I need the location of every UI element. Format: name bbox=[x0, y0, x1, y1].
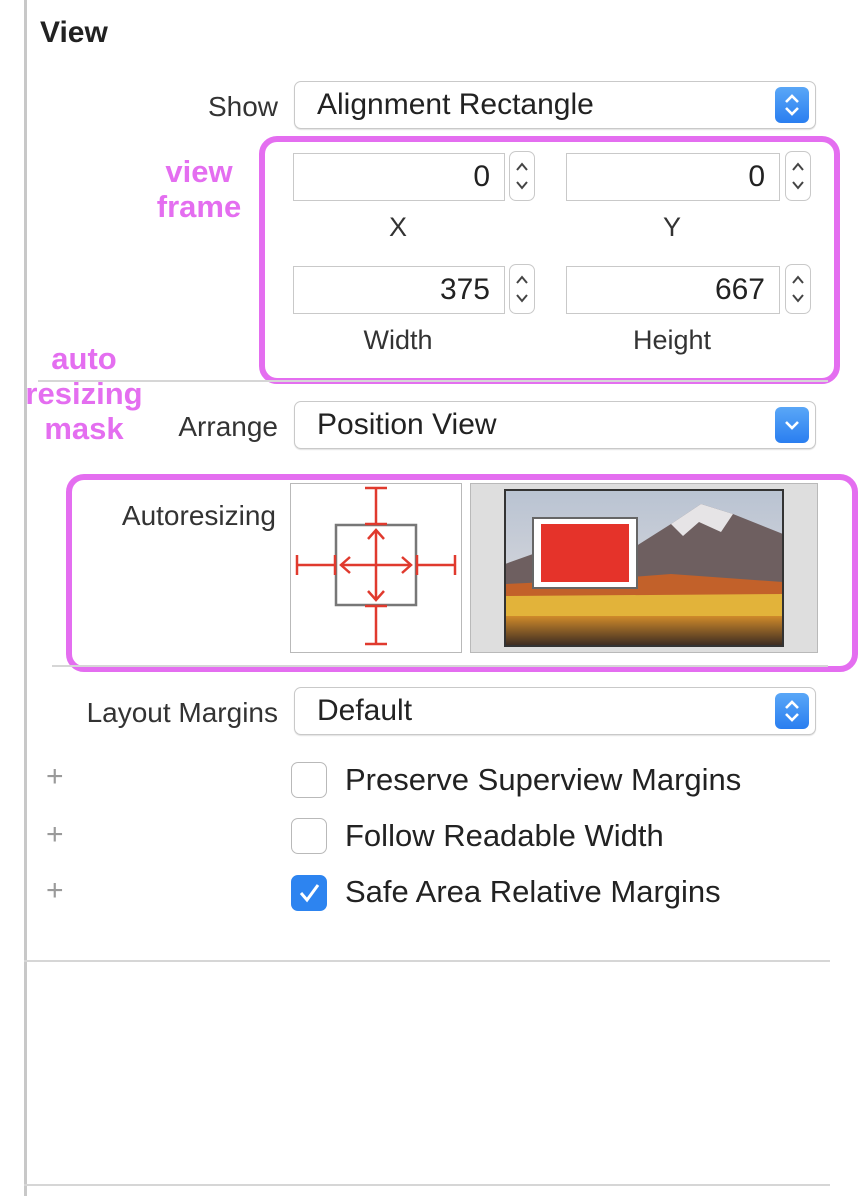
autoresizing-mask-editor[interactable] bbox=[290, 483, 462, 653]
checkmark-icon bbox=[299, 884, 320, 903]
panel-left-border bbox=[24, 0, 27, 1196]
view-inspector-panel: View Show Alignment Rectangle view frame… bbox=[0, 0, 868, 1196]
y-label: Y bbox=[662, 212, 681, 242]
arrange-popup[interactable]: Position View bbox=[294, 401, 816, 449]
height-label: Height bbox=[632, 325, 712, 355]
y-field[interactable]: 0 bbox=[566, 153, 780, 201]
landscape-preview-image bbox=[504, 489, 784, 647]
y-stepper[interactable] bbox=[785, 151, 811, 201]
divider bbox=[24, 1184, 830, 1186]
show-value: Alignment Rectangle bbox=[317, 88, 594, 121]
x-label: X bbox=[388, 212, 407, 242]
follow-readable-width-label: Follow Readable Width bbox=[345, 818, 664, 853]
stepper-icon bbox=[792, 275, 804, 303]
divider bbox=[52, 665, 828, 667]
up-down-chevron-icon bbox=[775, 693, 809, 729]
height-value: 667 bbox=[714, 273, 765, 306]
autoresizing-preview bbox=[470, 483, 818, 653]
divider bbox=[24, 960, 830, 962]
width-field[interactable]: 375 bbox=[293, 266, 505, 314]
stepper-icon bbox=[516, 162, 528, 190]
annotation-view-frame-line2: frame bbox=[156, 189, 242, 224]
annotation-autoresizing-mask: auto resizing mask bbox=[0, 341, 168, 446]
height-stepper[interactable] bbox=[785, 264, 811, 314]
x-value: 0 bbox=[473, 160, 490, 193]
plus-icon[interactable]: + bbox=[46, 818, 64, 852]
preserve-superview-margins-checkbox[interactable] bbox=[291, 762, 327, 798]
stepper-icon bbox=[792, 162, 804, 190]
autoresizing-struts-icon bbox=[295, 486, 457, 646]
plus-icon[interactable]: + bbox=[46, 874, 64, 908]
safe-area-relative-margins-label: Safe Area Relative Margins bbox=[345, 874, 721, 909]
width-label: Width bbox=[363, 325, 433, 355]
layout-margins-value: Default bbox=[317, 694, 413, 727]
annotation-mask-line1: auto bbox=[51, 341, 117, 376]
preserve-superview-margins-label: Preserve Superview Margins bbox=[345, 762, 742, 797]
arrange-label: Arrange bbox=[178, 411, 278, 442]
follow-readable-width-checkbox[interactable] bbox=[291, 818, 327, 854]
chevron-down-icon bbox=[775, 407, 809, 443]
layout-margins-label: Layout Margins bbox=[86, 697, 278, 728]
autoresizing-label: Autoresizing bbox=[121, 500, 276, 531]
x-field[interactable]: 0 bbox=[293, 153, 505, 201]
plus-icon[interactable]: + bbox=[46, 760, 64, 794]
annotation-mask-line3: mask bbox=[44, 411, 124, 446]
show-popup[interactable]: Alignment Rectangle bbox=[294, 81, 816, 129]
safe-area-relative-margins-checkbox[interactable] bbox=[291, 875, 327, 911]
stepper-icon bbox=[516, 275, 528, 303]
height-field[interactable]: 667 bbox=[566, 266, 780, 314]
annotation-mask-line2: resizing bbox=[25, 376, 143, 411]
annotation-view-frame: view frame bbox=[140, 154, 258, 224]
show-label: Show bbox=[207, 91, 278, 122]
x-stepper[interactable] bbox=[509, 151, 535, 201]
arrange-value: Position View bbox=[317, 408, 497, 441]
up-down-chevron-icon bbox=[775, 87, 809, 123]
width-value: 375 bbox=[439, 273, 490, 306]
layout-margins-popup[interactable]: Default bbox=[294, 687, 816, 735]
y-value: 0 bbox=[748, 160, 765, 193]
width-stepper[interactable] bbox=[509, 264, 535, 314]
section-title: View bbox=[40, 16, 108, 49]
annotation-view-frame-line1: view bbox=[165, 154, 233, 189]
